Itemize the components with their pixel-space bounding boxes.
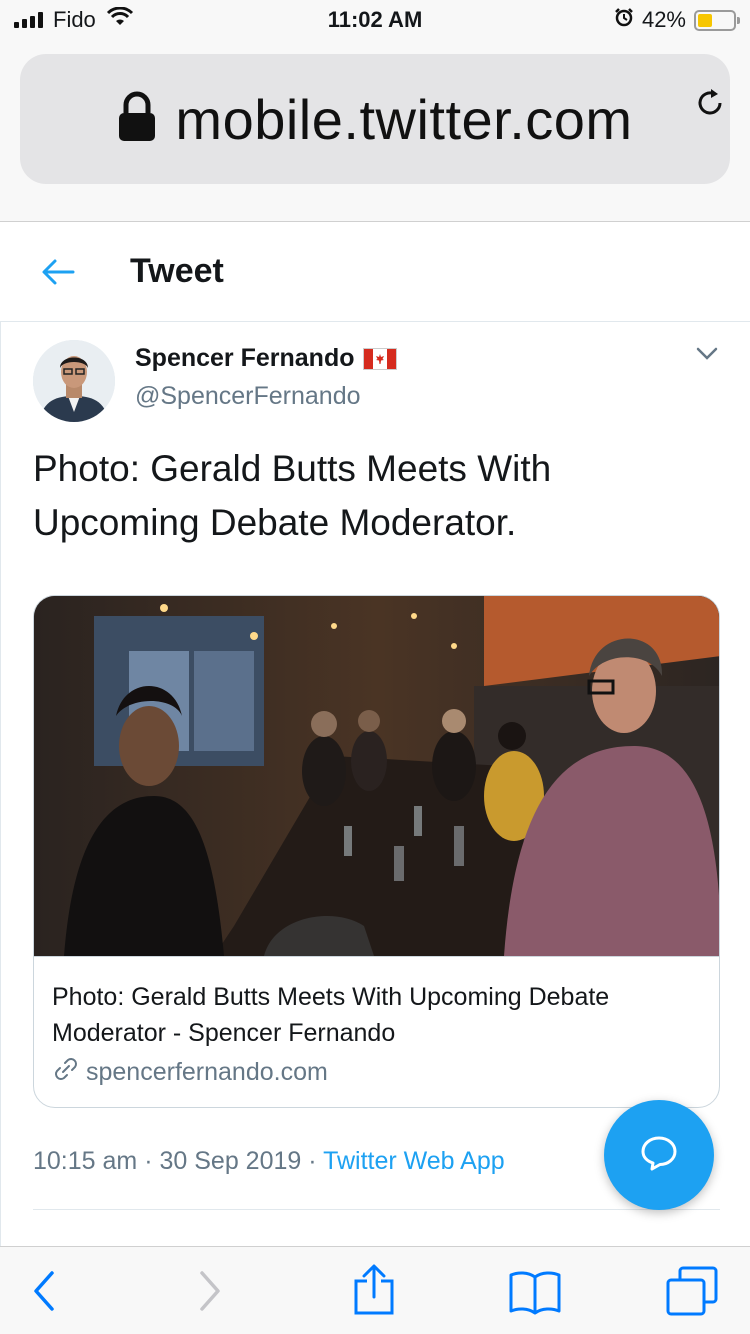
back-chevron-icon[interactable]: [30, 1269, 58, 1318]
meta-separator: ·: [144, 1147, 153, 1175]
browser-toolbar: [0, 1246, 750, 1334]
page-title: Tweet: [130, 252, 224, 290]
reload-icon[interactable]: [694, 86, 728, 125]
status-right: 42%: [614, 7, 740, 33]
alarm-icon: [614, 7, 634, 33]
card-image[interactable]: [34, 596, 719, 956]
tweet-time[interactable]: 10:15 am: [33, 1147, 137, 1175]
tweet-text: Photo: Gerald Butts Meets With Upcoming …: [33, 448, 552, 543]
battery-icon: [694, 9, 740, 31]
bookmarks-icon[interactable]: [508, 1269, 562, 1320]
tweet-source[interactable]: Twitter Web App: [323, 1147, 505, 1175]
author-name-row[interactable]: Spencer Fernando: [135, 344, 397, 373]
address-bar[interactable]: mobile.twitter.com: [20, 54, 730, 184]
card-domain-row: spencerfernando.com: [52, 1055, 703, 1090]
divider: [33, 1209, 720, 1210]
link-icon: [52, 1055, 80, 1090]
tabs-icon[interactable]: [664, 1265, 720, 1322]
status-bar: Fido 11:02 AM 42%: [0, 0, 750, 40]
battery-fill: [698, 13, 713, 27]
card-info[interactable]: Photo: Gerald Butts Meets With Upcoming …: [34, 956, 719, 1107]
card-title: Photo: Gerald Butts Meets With Upcoming …: [52, 983, 610, 1047]
browser-address-area: mobile.twitter.com: [0, 40, 750, 222]
reply-bubble-icon: [639, 1133, 679, 1178]
avatar[interactable]: [33, 340, 115, 422]
forward-chevron-icon[interactable]: [196, 1269, 224, 1318]
chevron-down-icon[interactable]: [695, 346, 719, 367]
tweet-meta: 10:15 am · 30 Sep 2019 · Twitter Web App: [33, 1147, 505, 1176]
tweet-date[interactable]: 30 Sep 2019: [159, 1147, 301, 1175]
card-domain: spencerfernando.com: [86, 1058, 328, 1086]
battery-percent: 42%: [641, 7, 686, 32]
meta-separator-2: ·: [308, 1147, 317, 1175]
back-arrow-icon[interactable]: [40, 256, 76, 293]
url-text: mobile.twitter.com: [175, 87, 633, 151]
author-handle[interactable]: @SpencerFernando: [135, 382, 361, 411]
share-icon[interactable]: [352, 1263, 396, 1322]
twitter-header: Tweet: [0, 222, 750, 322]
lock-icon: [117, 91, 157, 148]
canada-flag-icon: [362, 347, 397, 370]
author-name[interactable]: Spencer Fernando: [135, 344, 355, 373]
link-card[interactable]: Photo: Gerald Butts Meets With Upcoming …: [33, 595, 720, 1108]
reply-button[interactable]: [604, 1100, 714, 1210]
